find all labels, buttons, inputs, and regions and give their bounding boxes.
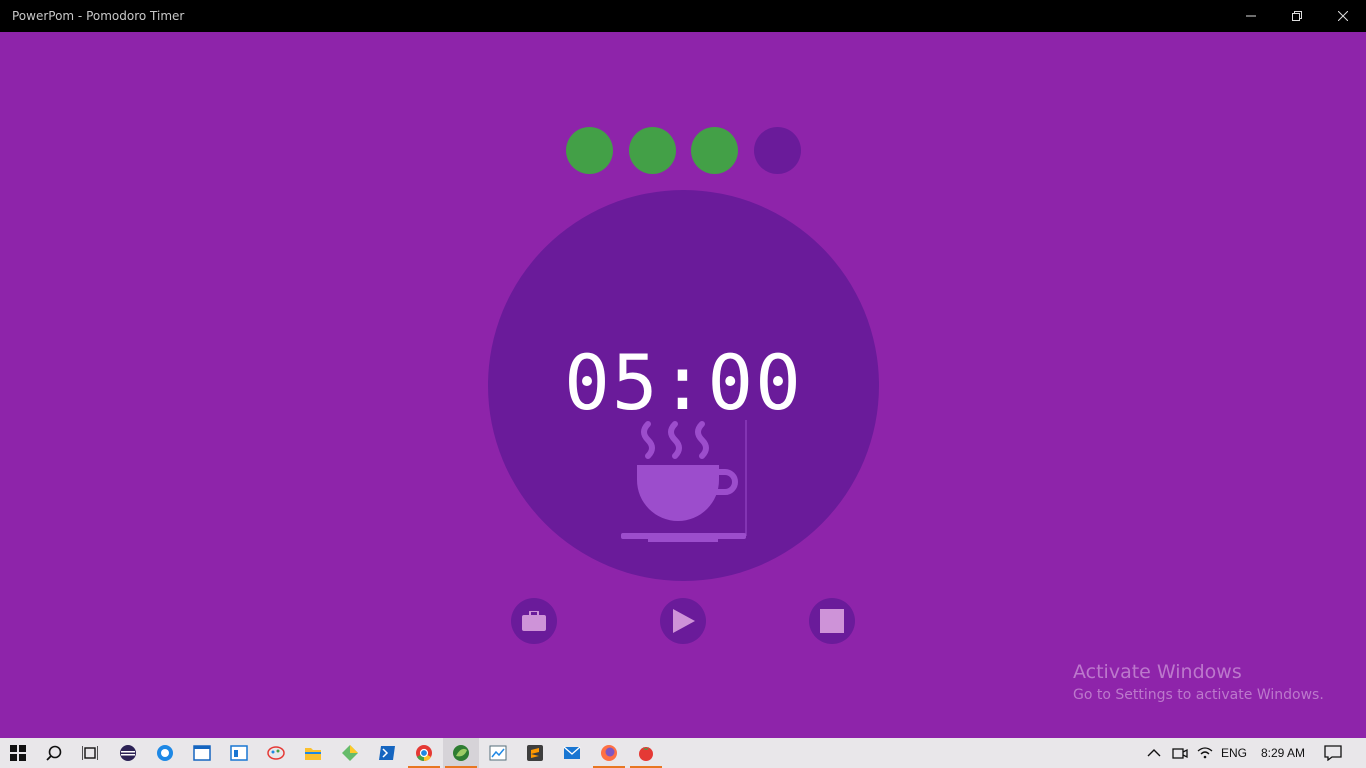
- taskbar-app-eclipse[interactable]: [110, 738, 146, 768]
- session-dot-1: [566, 127, 613, 174]
- notification-icon: [1324, 745, 1342, 761]
- taskbar-app-powershell[interactable]: [369, 738, 405, 768]
- close-icon: [1338, 11, 1348, 21]
- taskbar-app-window[interactable]: [184, 738, 220, 768]
- window-title: PowerPom - Pomodoro Timer: [12, 9, 185, 23]
- taskbar-app-diamond[interactable]: [332, 738, 368, 768]
- session-dot-4: [754, 127, 801, 174]
- restore-button[interactable]: [1274, 0, 1320, 32]
- taskbar-app-chart[interactable]: [480, 738, 516, 768]
- action-center-button[interactable]: [1324, 738, 1342, 768]
- play-button[interactable]: [660, 598, 706, 644]
- watermark-subtitle: Go to Settings to activate Windows.: [1073, 687, 1324, 703]
- coffee-cup-icon: [621, 420, 747, 542]
- tomato-icon: [639, 747, 653, 761]
- session-dot-2: [629, 127, 676, 174]
- tray-wifi-button[interactable]: [1197, 738, 1213, 768]
- tray-camera-button[interactable]: [1172, 738, 1188, 768]
- work-button[interactable]: [511, 598, 557, 644]
- tray-overflow-button[interactable]: [1147, 738, 1161, 768]
- app-diamond-icon: [342, 745, 358, 761]
- taskbar-app-chrome[interactable]: [406, 738, 442, 768]
- title-bar: PowerPom - Pomodoro Timer: [0, 0, 1366, 32]
- taskbar-app-firefox[interactable]: [591, 738, 627, 768]
- start-button[interactable]: [0, 738, 36, 768]
- taskbar-app-window2[interactable]: [221, 738, 257, 768]
- taskbar-app-sublime[interactable]: [517, 738, 553, 768]
- taskbar-app-tomato[interactable]: [628, 738, 664, 768]
- close-button[interactable]: [1320, 0, 1366, 32]
- app-bird-icon: [157, 745, 173, 761]
- timer-display: 05:00: [564, 338, 803, 427]
- taskbar-app-paint[interactable]: [258, 738, 294, 768]
- powershell-icon: [379, 746, 395, 760]
- play-icon: [673, 609, 695, 633]
- sublime-icon: [527, 745, 543, 761]
- app-window2-icon: [230, 745, 248, 761]
- taskbar: ENG 8:29 AM: [0, 738, 1366, 768]
- language-indicator[interactable]: ENG: [1221, 738, 1247, 768]
- clock[interactable]: 8:29 AM: [1261, 738, 1305, 768]
- stop-icon: [820, 609, 844, 633]
- mail-icon: [563, 746, 581, 759]
- firefox-icon: [601, 745, 617, 761]
- chrome-icon: [416, 745, 432, 762]
- start-icon: [10, 745, 26, 761]
- watermark-title: Activate Windows: [1073, 661, 1242, 683]
- minimize-button[interactable]: [1228, 0, 1274, 32]
- search-icon: [46, 745, 62, 761]
- chevron-up-icon: [1147, 749, 1161, 757]
- stop-button[interactable]: [809, 598, 855, 644]
- app-window-icon: [193, 745, 211, 761]
- taskbar-app-bird[interactable]: [147, 738, 183, 768]
- app-leaf-icon: [453, 745, 469, 761]
- wifi-icon: [1197, 747, 1213, 759]
- minimize-icon: [1246, 15, 1256, 17]
- taskbar-app-file-explorer[interactable]: [295, 738, 331, 768]
- timer-circle: 05:00: [488, 190, 879, 581]
- eclipse-icon: [120, 745, 136, 761]
- activate-windows-watermark: Activate Windows Go to Settings to activ…: [1073, 661, 1324, 703]
- file-explorer-icon: [305, 748, 321, 760]
- taskbar-app-mail[interactable]: [554, 738, 590, 768]
- taskbar-app-leaf[interactable]: [443, 738, 479, 768]
- search-button[interactable]: [36, 738, 72, 768]
- app-chart-icon: [489, 745, 507, 761]
- task-view-button[interactable]: [72, 738, 108, 768]
- camera-icon: [1172, 748, 1188, 759]
- briefcase-icon: [522, 611, 546, 631]
- restore-icon: [1292, 11, 1302, 21]
- paint-icon: [267, 746, 285, 760]
- session-dot-3: [691, 127, 738, 174]
- task-view-icon: [82, 746, 98, 760]
